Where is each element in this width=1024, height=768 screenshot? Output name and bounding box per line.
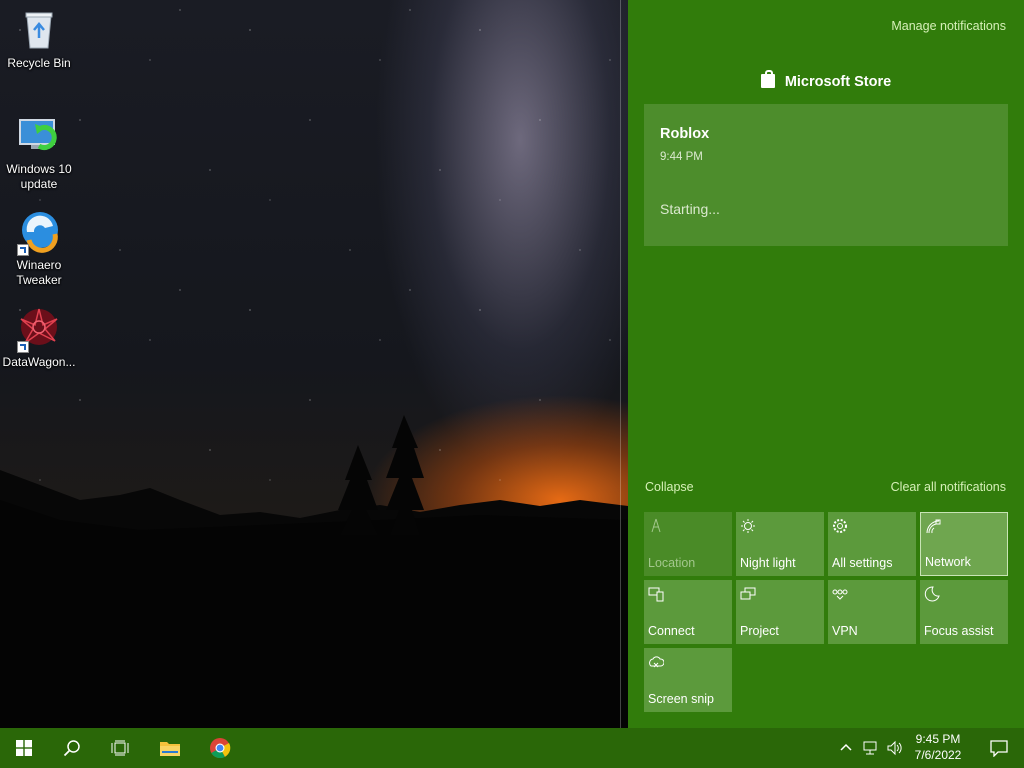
tile-label: Connect xyxy=(648,624,695,638)
shortcut-arrow-icon xyxy=(17,244,29,256)
start-button[interactable] xyxy=(0,728,48,768)
tile-label: Screen snip xyxy=(648,692,715,706)
desktop-wallpaper xyxy=(0,0,628,728)
chevron-up-icon[interactable] xyxy=(838,739,854,757)
datawagon-icon xyxy=(17,307,61,353)
tile-network[interactable]: Network xyxy=(920,512,1008,576)
shortcut-arrow-icon xyxy=(17,341,29,353)
chrome-button[interactable] xyxy=(196,728,244,768)
panel-edge-line xyxy=(620,0,621,728)
desktop-icon-label: Winaero Tweaker xyxy=(16,258,62,287)
tile-vpn[interactable]: VPN xyxy=(828,580,916,644)
search-icon xyxy=(63,740,80,757)
desktop-icon-label: Windows 10 update xyxy=(6,162,72,191)
location-icon xyxy=(651,518,661,533)
store-icon xyxy=(760,70,775,88)
project-icon xyxy=(740,587,756,600)
tile-all-settings[interactable]: All settings xyxy=(828,512,916,576)
volume-icon[interactable] xyxy=(886,739,902,757)
chrome-icon xyxy=(210,738,231,759)
clear-all-notifications-link[interactable]: Clear all notifications xyxy=(891,480,1006,494)
winaero-tweaker-icon xyxy=(17,210,61,256)
windows-update-icon xyxy=(17,114,61,158)
tile-label: All settings xyxy=(832,556,893,570)
recycle-bin-icon xyxy=(17,8,61,52)
quick-actions-grid: Location Night light All settings Networ… xyxy=(644,512,1012,712)
tile-label: VPN xyxy=(832,624,858,638)
tile-location[interactable]: Location xyxy=(644,512,732,576)
manage-notifications-link[interactable]: Manage notifications xyxy=(891,19,1006,33)
search-button[interactable] xyxy=(48,728,96,768)
desktop-icon-winaero-tweaker[interactable]: Winaero Tweaker xyxy=(1,210,77,288)
notification-group-title: Microsoft Store xyxy=(784,74,892,90)
taskbar-clock[interactable]: 9:45 PM 7/6/2022 xyxy=(902,731,974,763)
mountain-silhouette xyxy=(0,415,628,728)
network-icon xyxy=(926,519,941,534)
notification-title: Roblox xyxy=(660,126,710,142)
desktop-icon-windows-update[interactable]: Windows 10 update xyxy=(1,114,77,192)
file-explorer-icon xyxy=(160,742,180,756)
task-view-button[interactable] xyxy=(96,728,144,768)
notification-group-header: Microsoft Store xyxy=(628,70,1024,90)
desktop-icon-recycle-bin[interactable]: Recycle Bin xyxy=(1,8,77,71)
tile-project[interactable]: Project xyxy=(736,580,824,644)
action-center-panel: Manage notifications Microsoft Store Rob… xyxy=(628,0,1024,728)
vpn-icon xyxy=(832,589,848,600)
desktop-icon-label: DataWagon... xyxy=(2,355,76,369)
tile-label: Network xyxy=(925,555,971,569)
task-view-icon xyxy=(111,740,129,756)
notification-time: 9:44 PM xyxy=(660,151,703,163)
tile-label: Project xyxy=(740,624,779,638)
file-explorer-button[interactable] xyxy=(146,728,194,768)
notification-icon xyxy=(990,740,1008,757)
collapse-link[interactable]: Collapse xyxy=(645,480,694,494)
tile-label: Location xyxy=(648,556,696,570)
clock-date: 7/6/2022 xyxy=(914,748,962,762)
tile-label: Night light xyxy=(740,556,796,570)
desktop-icon-datawagon[interactable]: DataWagon... xyxy=(1,307,77,370)
tile-focus-assist[interactable]: Focus assist xyxy=(920,580,1008,644)
notification-card[interactable]: Roblox 9:44 PM Starting... xyxy=(644,104,1008,246)
night-light-icon xyxy=(741,519,755,533)
tile-label: Focus assist xyxy=(924,624,994,638)
taskbar: 9:45 PM 7/6/2022 xyxy=(0,728,1024,768)
tile-screen-snip[interactable]: Screen snip xyxy=(644,648,732,712)
tile-night-light[interactable]: Night light xyxy=(736,512,824,576)
network-tray-icon[interactable] xyxy=(862,739,878,757)
gear-icon xyxy=(833,519,847,533)
desktop-icon-label: Recycle Bin xyxy=(7,56,71,70)
start-icon xyxy=(16,740,32,756)
tile-connect[interactable]: Connect xyxy=(644,580,732,644)
focus-assist-icon xyxy=(924,586,940,602)
connect-icon xyxy=(648,587,664,602)
clock-time: 9:45 PM xyxy=(915,732,961,746)
action-center-button[interactable] xyxy=(976,728,1022,768)
screen-snip-icon xyxy=(649,656,664,668)
notification-status: Starting... xyxy=(660,201,720,217)
